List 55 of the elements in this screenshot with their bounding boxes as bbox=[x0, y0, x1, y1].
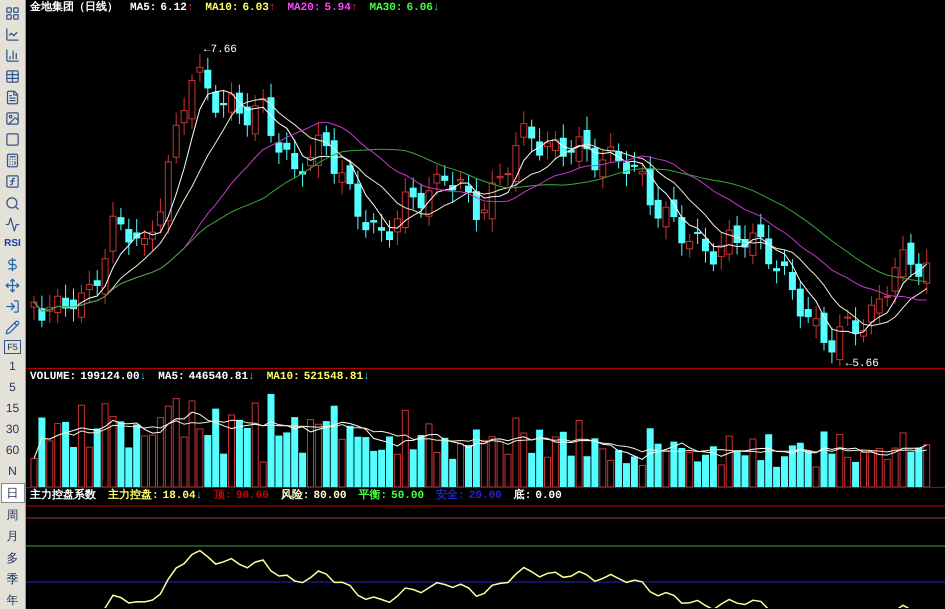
low-price-marker: ←5.66 bbox=[846, 358, 879, 370]
indicator-label: MA10: bbox=[205, 0, 238, 16]
indicator-value: 199124.00 bbox=[80, 370, 140, 385]
trend-arrow: ↑ bbox=[268, 0, 276, 16]
indicator-value: 0.00 bbox=[535, 488, 562, 504]
indicator-value: 50.00 bbox=[391, 488, 424, 504]
trend-arrow: ↓ bbox=[196, 488, 202, 504]
indicator-value: 80.00 bbox=[313, 488, 346, 504]
period-button[interactable]: 月 bbox=[0, 527, 24, 546]
trend-arrow: ↓ bbox=[140, 370, 146, 385]
chart-title: 主力控盘系数 bbox=[30, 488, 96, 504]
indicator-label: MA5: bbox=[130, 0, 156, 16]
indicator-value: 90.00 bbox=[236, 488, 269, 504]
move-icon[interactable] bbox=[2, 276, 22, 294]
period-button[interactable]: N bbox=[0, 462, 24, 480]
period-button[interactable]: 多 bbox=[0, 548, 24, 567]
indicator-value: 18.04 bbox=[162, 488, 196, 504]
indicator-label: MA30: bbox=[369, 0, 402, 16]
indicator-label: 顶: bbox=[214, 488, 232, 504]
indicator-label: MA5: bbox=[158, 370, 185, 385]
trend-arrow: ↓ bbox=[432, 0, 440, 16]
indicator-label: MA20: bbox=[287, 0, 320, 16]
trend-arrow: ↓ bbox=[248, 370, 255, 385]
indicator-value: 6.06 bbox=[406, 0, 433, 16]
trend-arrow: ↓ bbox=[363, 370, 370, 385]
period-button[interactable]: 年 bbox=[0, 590, 24, 609]
wave-chart-icon[interactable] bbox=[2, 215, 22, 234]
trend-arrow: ↑ bbox=[186, 0, 194, 16]
period-button[interactable]: 15 bbox=[0, 398, 24, 417]
indicator-label: 平衡: bbox=[358, 488, 388, 504]
indicator-label: VOLUME: bbox=[30, 370, 76, 385]
f5-button[interactable]: F5 bbox=[4, 340, 21, 354]
indicator-label: 主力控盘: bbox=[108, 488, 159, 504]
high-price-marker: ←7.66 bbox=[204, 44, 237, 56]
indicator-value: 446540.81 bbox=[188, 370, 248, 385]
rsi-button[interactable]: RSI bbox=[4, 236, 21, 252]
indicator-value: 6.12 bbox=[160, 0, 187, 16]
indicator-value: 20.00 bbox=[468, 488, 502, 504]
period-button[interactable]: 30 bbox=[0, 420, 24, 438]
pencil-icon[interactable] bbox=[2, 318, 22, 337]
chart-title: 金地集团（日线） bbox=[30, 0, 118, 16]
indicator-label: 风险: bbox=[280, 488, 310, 504]
period-button[interactable]: 60 bbox=[0, 441, 24, 460]
indicator-label: 安全: bbox=[436, 488, 465, 504]
period-button[interactable]: 1 bbox=[0, 356, 24, 375]
period-button[interactable]: 季 bbox=[0, 570, 24, 588]
indicator-label: MA10: bbox=[266, 370, 300, 385]
indicator-value: 521548.81 bbox=[304, 370, 364, 385]
period-button[interactable]: 5 bbox=[0, 378, 24, 396]
trend-arrow: ↑ bbox=[350, 0, 358, 16]
period-button[interactable]: 周 bbox=[0, 506, 24, 524]
indicator-label: 底: bbox=[514, 488, 532, 504]
indicator-value: 5.94 bbox=[324, 0, 351, 16]
indicator-value: 6.03 bbox=[242, 0, 269, 16]
period-button[interactable]: 日 bbox=[0, 483, 24, 504]
